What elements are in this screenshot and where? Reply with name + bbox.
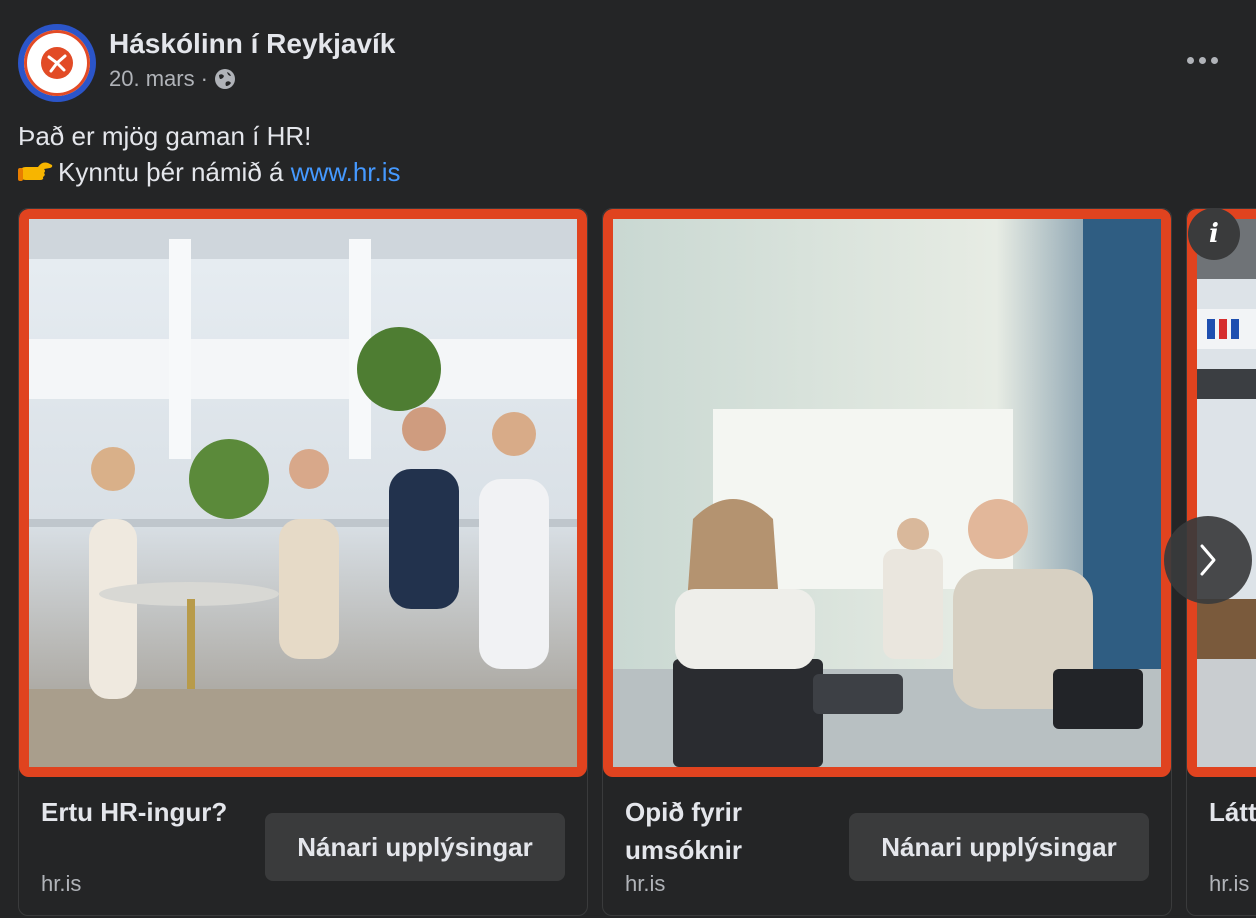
post-meta: 20. mars · xyxy=(109,66,236,92)
card-image[interactable] xyxy=(1187,209,1256,777)
post-text-prefix: Kynntu þér námið á xyxy=(58,157,291,187)
carousel-next-button[interactable] xyxy=(1164,516,1252,604)
learn-more-button[interactable]: Nánari upplýsingar xyxy=(849,813,1149,881)
learn-more-button[interactable]: Nánari upplýsingar xyxy=(265,813,565,881)
post-text-line1: Það er mjög gaman í HR! xyxy=(18,121,312,151)
facebook-post: Háskólinn í Reykjavík 20. mars · Það er … xyxy=(0,0,1256,918)
classroom-photo xyxy=(613,219,1161,767)
post-message: Það er mjög gaman í HR! Kynntu þér námið… xyxy=(18,118,401,190)
more-options-icon[interactable] xyxy=(1182,48,1222,72)
carousel-card[interactable]: Opið fyrir umsóknir hr.is Nánari upplýsi… xyxy=(602,208,1172,916)
card-domain: hr.is xyxy=(625,871,666,896)
carousel-card[interactable]: Ertu HR-ingur? hr.is Nánari upplýsingar xyxy=(18,208,588,916)
ad-info-icon[interactable]: i xyxy=(1188,208,1240,260)
card-title[interactable]: Látt rætt xyxy=(1209,793,1256,831)
atrium-photo xyxy=(1197,219,1256,767)
card-title[interactable]: Ertu HR-ingur? xyxy=(41,793,241,831)
students-lounge-photo xyxy=(29,219,577,767)
card-title[interactable]: Opið fyrir umsóknir xyxy=(625,793,825,869)
carousel: Ertu HR-ingur? hr.is Nánari upplýsingar xyxy=(0,208,1256,918)
card-domain: hr.is xyxy=(1209,871,1250,896)
card-domain: hr.is xyxy=(41,871,82,896)
website-link[interactable]: www.hr.is xyxy=(291,157,401,187)
hr-logo-icon xyxy=(41,47,73,79)
page-name[interactable]: Háskólinn í Reykjavík xyxy=(109,28,395,60)
page-avatar[interactable] xyxy=(18,24,96,102)
card-image[interactable] xyxy=(603,209,1171,777)
chevron-right-icon xyxy=(1200,544,1216,576)
meta-separator: · xyxy=(200,66,208,91)
post-date[interactable]: 20. mars xyxy=(109,66,195,92)
logo-ring xyxy=(24,30,90,96)
globe-icon[interactable] xyxy=(214,68,236,90)
post-text-line2: Kynntu þér námið á www.hr.is xyxy=(18,154,401,190)
pointing-hand-icon xyxy=(18,162,53,181)
card-image[interactable] xyxy=(19,209,587,777)
